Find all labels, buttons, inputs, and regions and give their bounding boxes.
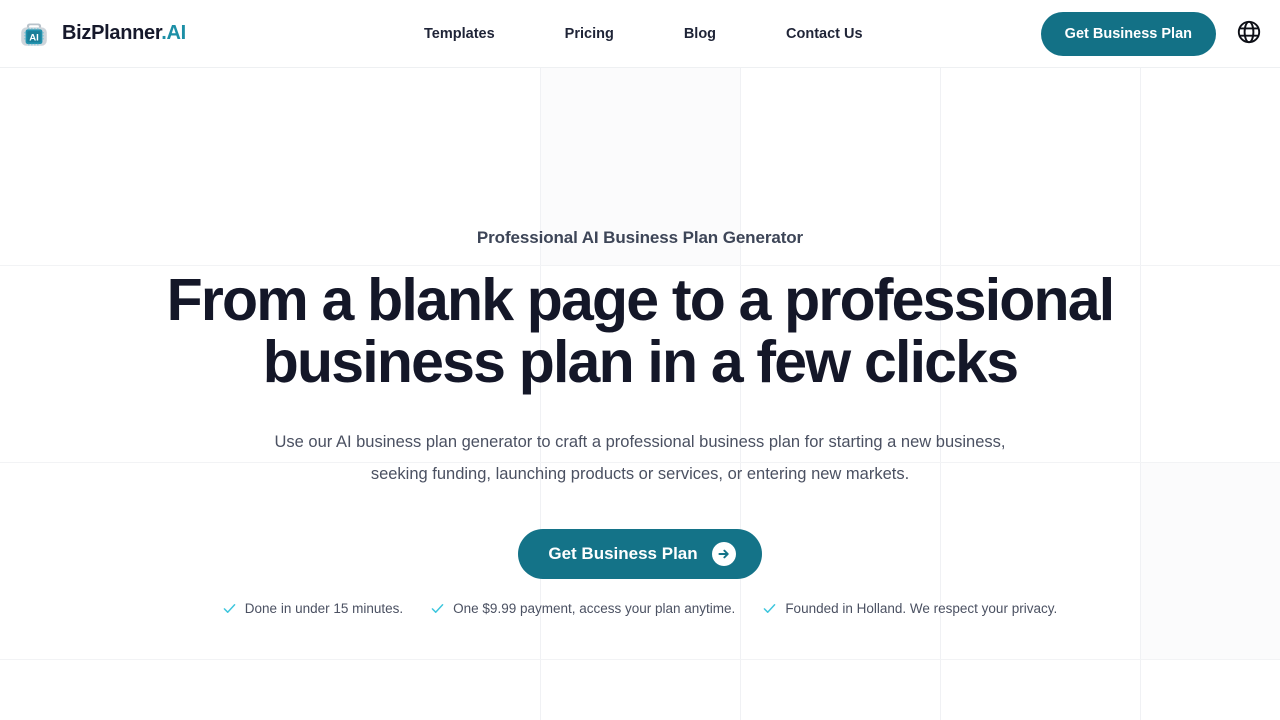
brand-name-main: BizPlanner (62, 22, 162, 44)
feature-label: One $9.99 payment, access your plan anyt… (453, 601, 736, 616)
page-title: From a blank page to a professional busi… (166, 267, 1116, 395)
hero-cta-container: Get Business Plan (0, 529, 1280, 579)
hero-section: Professional AI Business Plan Generator … (0, 68, 1280, 720)
feature-item: One $9.99 payment, access your plan anyt… (431, 601, 735, 616)
language-switcher-button[interactable] (1234, 19, 1264, 49)
feature-label: Founded in Holland. We respect your priv… (785, 601, 1058, 616)
hero-eyebrow: Professional AI Business Plan Generator (476, 228, 804, 247)
feature-item: Done in under 15 minutes. (223, 601, 403, 616)
check-icon (223, 602, 236, 615)
check-icon (431, 602, 444, 615)
primary-navigation: Templates Pricing Blog Contact Us (424, 20, 863, 48)
hero-subheadline: Use our AI business plan generator to cr… (274, 433, 1006, 483)
brand-name: BizPlanner.AI (62, 22, 186, 45)
nav-item-blog[interactable]: Blog (684, 20, 716, 48)
check-icon (763, 602, 776, 615)
site-header: AI BizPlanner.AI Templates Pricing Blog … (0, 0, 1280, 68)
brand-logo-link[interactable]: AI BizPlanner.AI (16, 16, 186, 52)
header-actions: Get Business Plan (1040, 11, 1264, 56)
hero-feature-list: Done in under 15 minutes. One $9.99 paym… (0, 601, 1280, 616)
feature-item: Founded in Holland. We respect your priv… (763, 601, 1057, 616)
svg-text:AI: AI (29, 32, 39, 43)
feature-label: Done in under 15 minutes. (244, 601, 404, 616)
landing-page: AI BizPlanner.AI Templates Pricing Blog … (0, 0, 1280, 720)
brand-name-accent: .AI (161, 22, 186, 44)
nav-item-contact-us[interactable]: Contact Us (786, 20, 863, 48)
hero-get-business-plan-button[interactable]: Get Business Plan (518, 529, 762, 579)
ai-briefcase-icon: AI (16, 16, 52, 52)
header-get-business-plan-button[interactable]: Get Business Plan (1040, 11, 1216, 56)
nav-item-pricing[interactable]: Pricing (565, 20, 614, 48)
arrow-right-circle-icon (711, 542, 736, 566)
hero-cta-label: Get Business Plan (548, 544, 698, 563)
nav-item-templates[interactable]: Templates (424, 20, 495, 48)
globe-icon (1236, 19, 1262, 48)
